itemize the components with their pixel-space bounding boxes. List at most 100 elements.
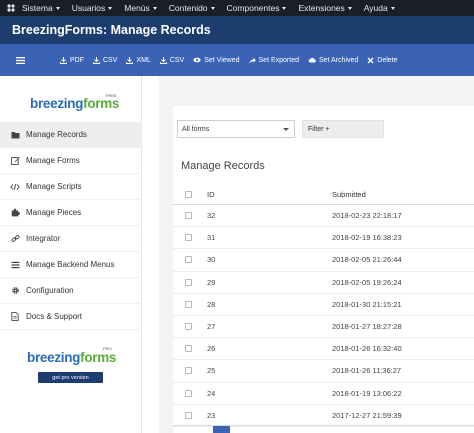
table-row[interactable]: 27 2018-01-27 18:27:28 xyxy=(173,316,474,339)
pagination-current-page[interactable] xyxy=(213,426,230,433)
download-icon xyxy=(126,56,134,64)
joomla-logo-icon[interactable] xyxy=(0,0,22,16)
sidebar-item-configuration[interactable]: Configuration xyxy=(0,278,142,304)
sidebar-item-label: Manage Records xyxy=(26,130,87,139)
edit-icon xyxy=(10,156,20,166)
breezingforms-pro-logo: breezingforms PRO get pro version xyxy=(27,342,119,388)
download-icon xyxy=(93,56,100,64)
table-row[interactable]: 29 2018-02-05 19:26:24 xyxy=(173,272,474,294)
button-label: XML xyxy=(136,56,151,64)
cell-submitted: 2018-02-05 19:26:24 xyxy=(332,277,402,287)
document-icon xyxy=(10,312,20,322)
sidebar-toggle-button[interactable] xyxy=(0,44,40,76)
cell-id: 31 xyxy=(207,233,216,243)
logo-free-tag: FREE xyxy=(106,93,117,98)
button-label: Set Exported xyxy=(258,56,299,64)
cell-id: 25 xyxy=(207,366,216,376)
cell-id: 30 xyxy=(207,255,216,265)
table-header: ID Submitted xyxy=(173,184,474,205)
delete-button[interactable]: Delete xyxy=(367,56,398,64)
select-all-checkbox[interactable] xyxy=(185,190,192,198)
menu-label: Extensiones xyxy=(298,3,345,13)
filter-label: Filter + xyxy=(308,125,330,133)
menu-extensiones[interactable]: Extensiones xyxy=(298,3,352,13)
close-icon xyxy=(367,57,374,63)
table-row[interactable]: 24 2018-01-19 13:06:22 xyxy=(173,383,474,405)
sidebar-item-manage-records[interactable]: Manage Records xyxy=(0,122,142,148)
menu-sistema[interactable]: Sistema xyxy=(22,3,60,13)
row-checkbox[interactable] xyxy=(185,345,192,353)
row-checkbox[interactable] xyxy=(185,234,192,242)
button-label: CSV xyxy=(169,56,185,64)
set-viewed-button[interactable]: Set Viewed xyxy=(193,56,240,64)
cell-submitted: 2018-02-05 21:26:44 xyxy=(332,255,402,265)
row-checkbox[interactable] xyxy=(185,212,192,220)
sidebar-item-integrator[interactable]: Integrator xyxy=(0,226,142,252)
sidebar-item-label: Manage Backend Menus xyxy=(26,260,115,269)
download-icon xyxy=(60,56,67,64)
button-label: Set Viewed xyxy=(204,56,240,64)
caret-down-icon xyxy=(152,6,157,10)
menu-menus[interactable]: Menús xyxy=(124,3,157,13)
cell-submitted: 2018-01-30 21:15:21 xyxy=(332,299,402,309)
cell-submitted: 2018-01-19 13:06:22 xyxy=(332,388,402,398)
sidebar-item-docs-support[interactable]: Docs & Support xyxy=(0,304,142,330)
gear-icon xyxy=(10,286,20,296)
menu-componentes[interactable]: Componentes xyxy=(227,3,287,13)
button-label: CSV xyxy=(103,56,118,64)
cell-submitted: 2018-02-19 16:38:23 xyxy=(332,233,402,243)
export-csv-2-button[interactable]: CSV xyxy=(159,56,185,64)
table-row[interactable]: 23 2017-12-27 21:59:39 xyxy=(173,405,474,427)
table-row[interactable]: 30 2018-02-05 21:26:44 xyxy=(173,249,474,272)
sidebar-item-manage-backend-menus[interactable]: Manage Backend Menus xyxy=(0,252,142,278)
row-checkbox[interactable] xyxy=(185,323,192,331)
form-select-value: All forms xyxy=(182,125,210,133)
table-row[interactable]: 31 2018-02-19 16:38:23 xyxy=(173,227,474,250)
records-heading: Manage Records xyxy=(181,160,265,172)
eye-icon xyxy=(193,57,201,63)
cell-id: 28 xyxy=(207,299,216,309)
menu-usuarios[interactable]: Usuarios xyxy=(72,3,113,13)
sidebar-item-manage-forms[interactable]: Manage Forms xyxy=(0,148,142,174)
cell-submitted: 2017-12-27 21:59:39 xyxy=(332,410,402,420)
logo-wordmark: breezingforms xyxy=(27,350,116,365)
menu-ayuda[interactable]: Ayuda xyxy=(364,3,395,13)
filter-button[interactable]: Filter + xyxy=(302,120,384,138)
button-label: Delete xyxy=(377,56,398,64)
caret-down-icon xyxy=(210,6,215,10)
set-archived-button[interactable]: Set Archived xyxy=(308,57,358,64)
menu-contenido[interactable]: Contenido xyxy=(169,3,215,13)
column-header-id[interactable]: ID xyxy=(192,190,332,199)
logo-part-forms: forms xyxy=(80,350,117,365)
sidebar-item-manage-scripts[interactable]: Manage Scripts xyxy=(0,174,142,200)
export-csv-button[interactable]: CSV xyxy=(93,56,118,64)
row-checkbox[interactable] xyxy=(185,367,192,375)
sidebar-nav: Manage Records Manage Forms Manage Scrip… xyxy=(0,122,142,330)
row-checkbox[interactable] xyxy=(185,256,192,264)
page-title: BreezingForms: Manage Records xyxy=(12,23,211,37)
export-pdf-button[interactable]: PDF xyxy=(60,56,84,64)
sidebar-item-label: Integrator xyxy=(26,234,61,243)
row-checkbox[interactable] xyxy=(185,411,192,419)
button-label: Set Archived xyxy=(318,56,359,64)
form-select[interactable]: All forms xyxy=(177,120,295,138)
list-icon xyxy=(10,260,20,270)
row-checkbox[interactable] xyxy=(185,278,192,286)
row-checkbox[interactable] xyxy=(185,389,192,397)
sidebar-item-label: Docs & Support xyxy=(26,312,83,321)
sidebar-item-label: Manage Pieces xyxy=(26,208,82,217)
get-pro-version-button[interactable]: get pro version xyxy=(38,372,103,383)
row-checkbox[interactable] xyxy=(185,300,192,308)
set-exported-button[interactable]: Set Exported xyxy=(249,57,299,64)
caret-down-icon xyxy=(108,6,113,10)
records-table: ID Submitted 32 2018-02-23 22:18:17 31 2… xyxy=(173,184,474,427)
logo-part-forms: forms xyxy=(83,96,120,111)
table-row[interactable]: 32 2018-02-23 22:18:17 xyxy=(173,205,474,228)
export-xml-button[interactable]: XML xyxy=(126,56,151,64)
column-header-submitted[interactable]: Submitted xyxy=(332,190,366,199)
table-row[interactable]: 26 2018-01-26 16:32:40 xyxy=(173,338,474,361)
table-row[interactable]: 25 2018-01-26 11:36:27 xyxy=(173,360,474,383)
sidebar-item-manage-pieces[interactable]: Manage Pieces xyxy=(0,200,142,226)
caret-down-icon xyxy=(390,6,395,10)
table-row[interactable]: 28 2018-01-30 21:15:21 xyxy=(173,294,474,316)
